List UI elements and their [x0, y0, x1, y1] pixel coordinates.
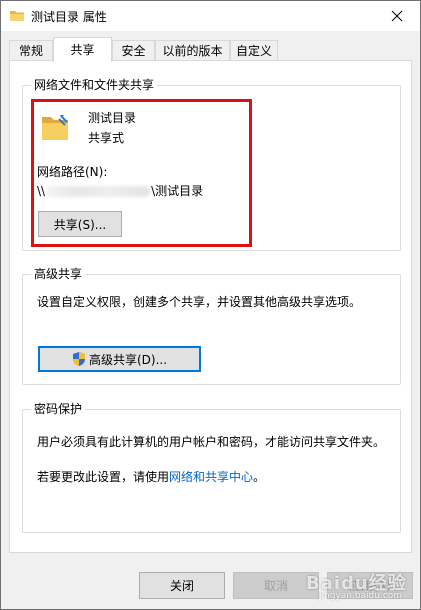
window-title: 测试目录 属性 — [31, 10, 107, 24]
shared-folder-icon — [40, 113, 72, 146]
close-dialog-button[interactable]: 关闭 — [139, 572, 225, 599]
password-description: 用户必须具有此计算机的用户帐户和密码，才能访问共享文件夹。 — [37, 435, 386, 449]
uac-shield-icon — [72, 352, 85, 366]
tab-customize[interactable]: 自定义 — [230, 40, 278, 61]
share-button[interactable]: 共享(S)... — [38, 211, 122, 237]
folder-icon — [9, 8, 25, 24]
tab-previous-versions[interactable]: 以前的版本 — [155, 40, 230, 61]
group-legend: 网络文件和文件夹共享 — [31, 78, 158, 92]
network-path-label: 网络路径(N): — [37, 165, 108, 179]
sharing-panel: 网络文件和文件夹共享 测试目录 共享式 网络路径(N): \\ \测试目录 共享(… — [9, 60, 412, 553]
change-setting-text: 若要更改此设置，请使用网络和共享中心。 — [37, 470, 266, 484]
advanced-description: 设置自定义权限，创建多个共享，并设置其他高级共享选项。 — [37, 295, 362, 309]
properties-dialog: 测试目录 属性 常规 共享 安全 以前的版本 自定义 网络文件和文件夹共享 测试… — [0, 0, 421, 610]
group-legend: 高级共享 — [31, 267, 86, 281]
advanced-sharing-button[interactable]: 高级共享(D)... — [38, 346, 201, 372]
close-button[interactable] — [374, 1, 420, 31]
share-status: 共享式 — [88, 131, 125, 145]
network-sharing-center-link[interactable]: 网络和共享中心 — [169, 470, 253, 484]
group-legend: 密码保护 — [31, 402, 86, 416]
watermark-url: jingyan.baidu.com — [319, 591, 403, 601]
advanced-sharing-label: 高级共享(D)... — [88, 352, 168, 367]
redacted-host — [46, 186, 151, 197]
folder-name: 测试目录 — [88, 111, 137, 125]
tab-general[interactable]: 常规 — [9, 40, 53, 61]
tab-security[interactable]: 安全 — [112, 40, 155, 61]
network-path-value: \\ \测试目录 — [37, 184, 204, 198]
title-bar: 测试目录 属性 — [1, 1, 420, 31]
close-icon — [391, 10, 403, 22]
tab-sharing[interactable]: 共享 — [53, 37, 112, 62]
